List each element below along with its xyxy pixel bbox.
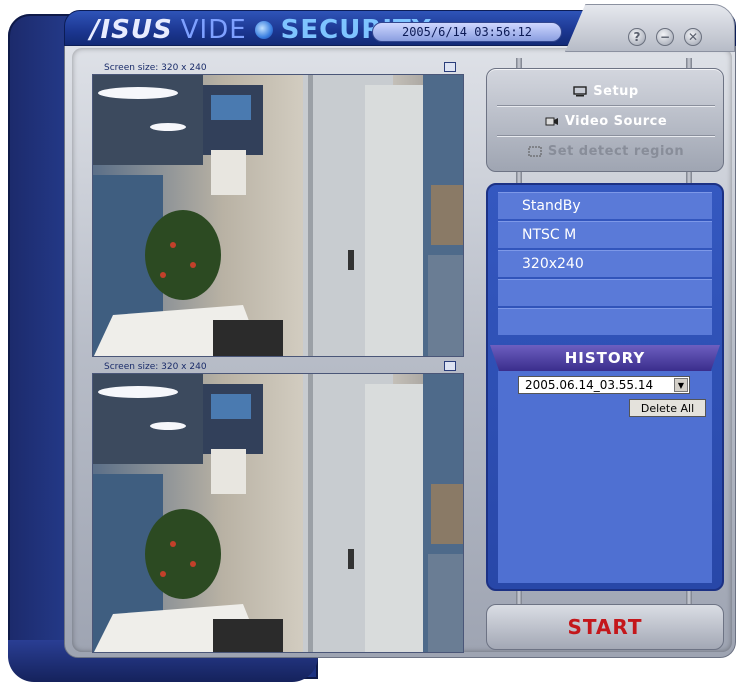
app-window: /ISUS VIDE SECURITY 2005/6/14 03:56:12 ?… (0, 0, 738, 684)
status-row-video-standard: NTSC M (498, 221, 712, 248)
video-source-button[interactable]: Video Source (487, 107, 725, 135)
menu-panel: Setup Video Source Set detect region (486, 68, 724, 172)
help-icon[interactable]: ? (628, 28, 646, 46)
set-detect-region-button[interactable]: Set detect region (487, 137, 725, 165)
minimize-icon[interactable]: − (656, 28, 674, 46)
video-pane-2[interactable] (92, 373, 464, 653)
video-pane-1[interactable] (92, 74, 464, 357)
history-selected-value: 2005.06.14_03.55.14 (525, 378, 654, 392)
video-source-label: Video Source (564, 113, 668, 129)
setup-button[interactable]: Setup (487, 77, 725, 105)
brand-video: VIDE (180, 15, 247, 45)
brand-asus: /ISUS (90, 15, 173, 45)
status-row-state: StandBy (498, 192, 712, 219)
lens-icon (254, 21, 273, 39)
set-detect-region-label: Set detect region (547, 143, 685, 159)
status-row-empty-1 (498, 279, 712, 306)
start-button[interactable]: START (486, 604, 724, 650)
history-dropdown[interactable]: 2005.06.14_03.55.14 ▼ (518, 376, 690, 394)
delete-all-button[interactable]: Delete All (629, 399, 706, 417)
region-select-icon (528, 146, 542, 156)
pane-1-size-label: Screen size: 320 x 240 (104, 63, 207, 73)
monitor-icon (573, 85, 587, 96)
status-row-empty-2 (498, 308, 712, 335)
datetime-display: 2005/6/14 03:56:12 (372, 22, 562, 42)
setup-label: Setup (593, 83, 639, 99)
camera-icon (545, 117, 558, 125)
close-icon[interactable]: ✕ (684, 28, 702, 46)
chevron-down-icon[interactable]: ▼ (674, 378, 688, 392)
pane-2-size-label: Screen size: 320 x 240 (104, 362, 207, 372)
pane-2-expand-icon[interactable] (444, 361, 456, 371)
title-bar-cap (565, 4, 735, 52)
status-row-resolution: 320x240 (498, 250, 712, 277)
history-header: HISTORY (490, 345, 720, 371)
pane-1-expand-icon[interactable] (444, 62, 456, 72)
